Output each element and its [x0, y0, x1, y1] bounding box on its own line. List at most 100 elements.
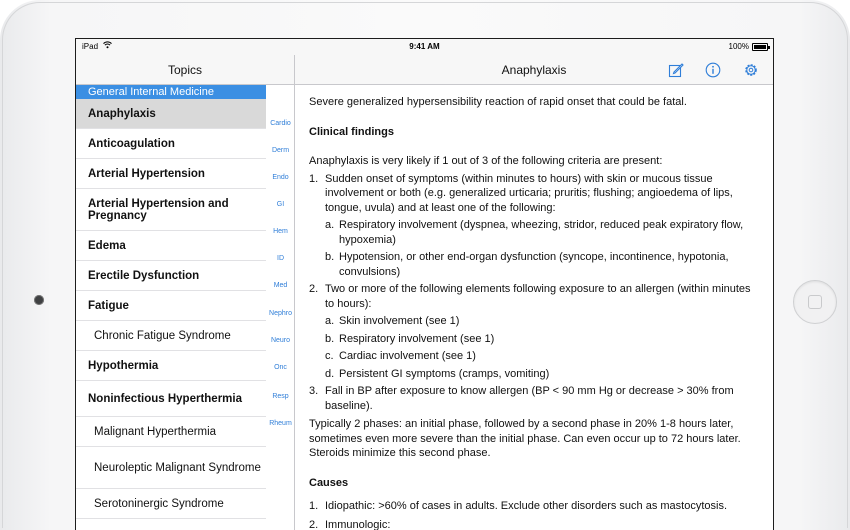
topic-item[interactable]: Arterial Hypertension and Pregnancy [76, 189, 266, 231]
criteria-item: 3. Fall in BP after exposure to know all… [309, 384, 759, 413]
index-item[interactable]: GI [266, 201, 295, 208]
list-letter: a. [325, 315, 335, 327]
home-button[interactable] [793, 280, 837, 324]
topic-label: Serotoninergic Syndrome [94, 497, 224, 510]
criteria-text: Fall in BP after exposure to know allerg… [325, 385, 734, 412]
sub-criteria-item: b. Hypotension, or other end-organ dysfun… [325, 250, 759, 279]
sub-criteria-item: a. Respiratory involvement (dyspnea, whee… [325, 218, 759, 247]
criteria-list: 1. Sudden onset of symptoms (within minu… [309, 172, 759, 414]
list-number: 1. [309, 500, 319, 512]
sub-criteria-text: Persistent GI symptoms (cramps, vomiting… [339, 367, 550, 380]
topic-label: Anaphylaxis [88, 107, 156, 120]
criteria-item: 1. Sudden onset of symptoms (within minu… [309, 172, 759, 280]
sub-criteria-item: a. Skin involvement (see 1) [325, 314, 759, 329]
sub-criteria-text: Cardiac involvement (see 1) [339, 350, 476, 362]
list-letter: a. [325, 219, 335, 231]
list-number: 3. [309, 385, 319, 397]
topic-label: Edema [88, 239, 126, 252]
topic-label: Chronic Fatigue Syndrome [94, 329, 231, 342]
sub-criteria-item: c. Cardiac involvement (see 1) [325, 349, 759, 364]
list-letter: b. [325, 332, 335, 345]
causes-heading: Causes [309, 476, 349, 489]
index-item[interactable]: Endo [266, 174, 295, 181]
settings-icon[interactable] [743, 62, 759, 78]
detail-navbar: Anaphylaxis [295, 55, 773, 85]
sub-criteria-text: Respiratory involvement (see 1) [339, 332, 495, 345]
index-item[interactable]: Nephro [266, 310, 295, 317]
topic-item[interactable]: Anticoagulation [76, 129, 266, 159]
topic-label: Erectile Dysfunction [88, 269, 200, 282]
index-item[interactable]: Onc [266, 364, 295, 371]
criteria-text: Sudden onset of symptoms (within minutes… [325, 172, 733, 214]
topic-item[interactable]: Anaphylaxis [76, 99, 266, 129]
list-letter: c. [325, 350, 334, 362]
screen: iPad 9:41 AM 100% Topics General Interna… [75, 38, 774, 530]
article-content[interactable]: Severe generalized hypersensibility reac… [309, 95, 759, 530]
sub-criteria-item: b. Respiratory involvement (see 1) [325, 332, 759, 347]
topic-item[interactable]: Fatigue [76, 291, 266, 321]
index-item[interactable]: Resp [266, 393, 295, 400]
index-item[interactable]: ID [266, 255, 295, 262]
cause-item: 2. Immunologic: [309, 518, 759, 530]
section-index-bar[interactable]: Cardio Derm Endo GI Hem ID Med Nephro Ne… [266, 85, 295, 530]
compose-icon[interactable] [668, 62, 684, 78]
index-item[interactable]: Cardio [266, 120, 295, 127]
index-item[interactable]: Hem [266, 228, 295, 235]
topic-label: Anticoagulation [88, 137, 175, 150]
index-item[interactable]: Med [266, 282, 295, 289]
sub-criteria-text: Skin involvement (see 1) [339, 315, 460, 327]
battery-icon [752, 43, 770, 51]
topic-item[interactable]: Chronic Fatigue Syndrome [76, 321, 266, 351]
clock: 9:41 AM [409, 42, 440, 51]
index-item[interactable]: Neuro [266, 337, 295, 344]
cause-text: Idiopathic: >60% of cases in adults. Exc… [325, 500, 728, 512]
topic-item[interactable]: Malignant Hyperthermia [76, 417, 266, 447]
battery-fill [754, 45, 766, 49]
cause-item: 1. Idiopathic: >60% of cases in adults. E… [309, 499, 759, 514]
topic-label: Arterial Hypertension and Pregnancy [88, 197, 229, 222]
topics-sidebar: Topics General Internal Medicine Anaphyl… [76, 55, 295, 530]
list-letter: b. [325, 251, 335, 263]
topic-label: Fatigue [88, 299, 129, 312]
section-header: General Internal Medicine [76, 85, 266, 99]
criteria-text: Two or more of the following elements fo… [325, 283, 751, 310]
sidebar-title: Topics [76, 55, 294, 85]
cause-text: Immunologic: [325, 518, 391, 530]
topic-item[interactable]: Edema [76, 231, 266, 261]
index-item[interactable]: Rheum [266, 420, 295, 427]
detail-title: Anaphylaxis [501, 63, 567, 77]
front-camera [34, 295, 44, 305]
sub-criteria-text: Hypotension, or other end-organ dysfunct… [339, 251, 729, 278]
topic-label: Neuroleptic Malignant Syndrome [94, 461, 261, 474]
home-button-square [808, 295, 822, 309]
list-letter: d. [325, 367, 335, 380]
detail-pane: Anaphylaxis Severe generalized hypersens… [295, 55, 773, 530]
topic-label: Malignant Hyperthermia [94, 425, 217, 438]
topic-item[interactable]: Hypothermia [76, 351, 266, 381]
topic-item[interactable]: Erectile Dysfunction [76, 261, 266, 291]
clinical-findings-heading: Clinical findings [309, 125, 394, 138]
battery-percentage: 100% [728, 42, 749, 51]
clinical-lead-text: Anaphylaxis is very likely if 1 out of 3… [309, 155, 663, 167]
sub-criteria-item: d. Persistent GI symptoms (cramps, vomiti… [325, 367, 759, 382]
status-bar: iPad 9:41 AM 100% [76, 39, 773, 55]
list-number: 2. [309, 518, 319, 530]
list-number: 1. [309, 172, 319, 185]
sub-criteria-text: Respiratory involvement (dyspnea, wheezi… [339, 219, 744, 246]
topic-label: Noninfectious Hyperthermia [88, 392, 242, 405]
info-icon[interactable] [705, 62, 721, 78]
index-item[interactable]: Derm [266, 147, 295, 154]
criteria-item: 2. Two or more of the following elements… [309, 282, 759, 381]
topic-item[interactable]: Neuroleptic Malignant Syndrome [76, 447, 266, 489]
ipad-device: iPad 9:41 AM 100% Topics General Interna… [0, 0, 850, 530]
intro-text: Severe generalized hypersensibility reac… [309, 96, 687, 108]
topic-list[interactable]: General Internal Medicine Anaphylaxis An… [76, 85, 266, 530]
topic-item[interactable]: Arterial Hypertension [76, 159, 266, 189]
topic-label: Arterial Hypertension [88, 167, 205, 180]
topic-item[interactable]: Serotoninergic Syndrome [76, 489, 266, 519]
list-number: 2. [309, 283, 319, 295]
topic-item[interactable]: Noninfectious Hyperthermia [76, 381, 266, 417]
topic-label: Hypothermia [88, 359, 159, 372]
causes-list: 1. Idiopathic: >60% of cases in adults. E… [309, 499, 759, 530]
phases-text: Typically 2 phases: an initial phase, fo… [309, 418, 741, 459]
